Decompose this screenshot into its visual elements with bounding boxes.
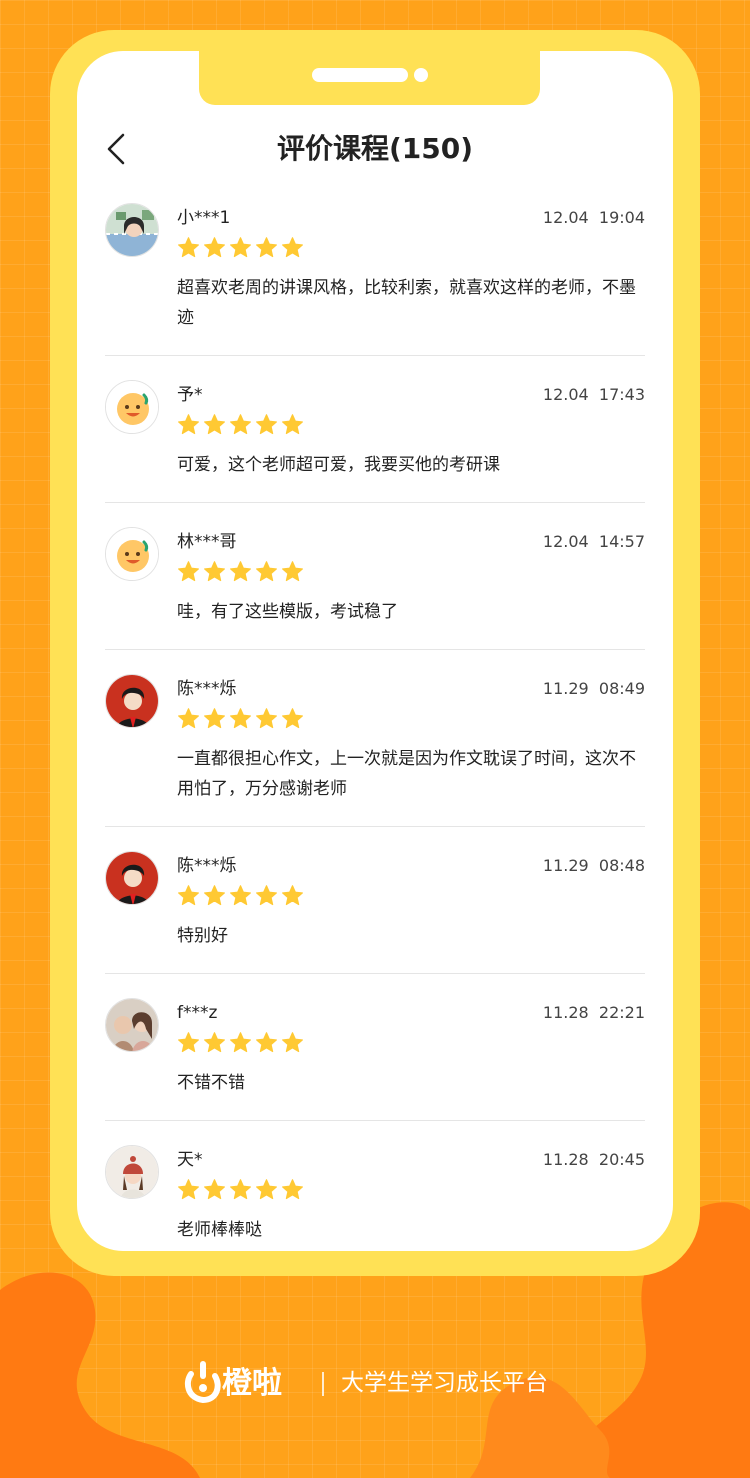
review-list: 小***1 12.04 19:04 超喜欢老周的讲课风格，比较利索，就喜欢这样的老师… xyxy=(105,191,645,1251)
review-item: f***z 11.28 22:21 不错不错 xyxy=(105,998,645,1121)
review-comment: 老师棒棒哒 xyxy=(177,1220,262,1240)
review-time: 11.28 22:21 xyxy=(542,1003,645,1022)
review-item: 陈***烁 11.29 08:49 一直都很担心作文，上一次就是因为作文耽误了时间，… xyxy=(105,674,645,827)
reviewer-name: 陈***烁 xyxy=(177,856,237,876)
avatar[interactable] xyxy=(105,851,159,905)
reviewer-name: 陈***烁 xyxy=(177,679,237,699)
star-icon xyxy=(256,884,277,905)
star-icon xyxy=(282,707,303,728)
rating-stars xyxy=(177,1175,645,1203)
review-comment: 哇，有了这些模版，考试稳了 xyxy=(177,602,398,622)
review-item: 陈***烁 11.29 08:48 特别好 xyxy=(105,851,645,974)
star-icon xyxy=(230,884,251,905)
rating-stars xyxy=(177,233,645,261)
star-icon xyxy=(256,236,277,257)
star-icon xyxy=(204,1031,225,1052)
rating-stars xyxy=(177,557,645,585)
star-icon xyxy=(256,707,277,728)
review-time: 12.04 19:04 xyxy=(542,208,645,227)
star-icon xyxy=(204,1178,225,1199)
review-item: 天* 11.28 20:45 老师棒棒哒 xyxy=(105,1145,645,1251)
reviewer-name: 予* xyxy=(177,385,203,405)
review-item: 林***哥 12.04 14:57 哇，有了这些模版，考试稳了 xyxy=(105,527,645,650)
review-meta: 林***哥 12.04 14:57 xyxy=(177,527,645,557)
avatar[interactable] xyxy=(105,380,159,434)
star-icon xyxy=(282,1031,303,1052)
avatar[interactable] xyxy=(105,674,159,728)
review-comment: 特别好 xyxy=(177,926,228,946)
phone-speaker xyxy=(312,68,408,82)
review-time: 11.29 08:49 xyxy=(542,679,645,698)
star-icon xyxy=(178,707,199,728)
star-icon xyxy=(256,413,277,434)
star-icon xyxy=(178,236,199,257)
rating-stars xyxy=(177,881,645,909)
review-time: 11.28 20:45 xyxy=(542,1150,645,1169)
review-time: 12.04 17:43 xyxy=(542,385,645,404)
star-icon xyxy=(282,413,303,434)
star-icon xyxy=(178,1178,199,1199)
avatar[interactable] xyxy=(105,998,159,1052)
reviewer-name: 林***哥 xyxy=(177,532,237,552)
chengla-logo-icon xyxy=(184,1361,221,1404)
star-icon xyxy=(230,1178,251,1199)
avatar[interactable] xyxy=(105,1145,159,1199)
star-icon xyxy=(282,560,303,581)
review-item: 小***1 12.04 19:04 超喜欢老周的讲课风格，比较利索，就喜欢这样的老师… xyxy=(105,203,645,356)
review-meta: 予* 12.04 17:43 xyxy=(177,380,645,410)
rating-stars xyxy=(177,704,645,732)
star-icon xyxy=(230,236,251,257)
review-meta: 小***1 12.04 19:04 xyxy=(177,203,645,233)
phone-frame: 评价课程(150) 小***1 12.04 19:04 超喜欢老周的讲课风格，比较利… xyxy=(50,30,700,1276)
review-meta: f***z 11.28 22:21 xyxy=(177,998,645,1028)
star-icon xyxy=(178,1031,199,1052)
reviewer-name: f***z xyxy=(177,1003,218,1023)
review-comment: 超喜欢老周的讲课风格，比较利索，就喜欢这样的老师，不墨迹 xyxy=(177,278,636,328)
phone-notch xyxy=(199,51,540,105)
review-time: 11.29 08:48 xyxy=(542,856,645,875)
brand-name: 橙啦 xyxy=(222,1366,282,1401)
review-item: 予* 12.04 17:43 可爱，这个老师超可爱，我要买他的考研课 xyxy=(105,380,645,503)
review-meta: 陈***烁 11.29 08:48 xyxy=(177,851,645,881)
star-icon xyxy=(178,884,199,905)
page-header: 评价课程(150) xyxy=(77,119,673,179)
star-icon xyxy=(230,560,251,581)
star-icon xyxy=(204,884,225,905)
brand-divider xyxy=(322,1372,324,1396)
phone-screen: 评价课程(150) 小***1 12.04 19:04 超喜欢老周的讲课风格，比较利… xyxy=(77,51,673,1251)
star-icon xyxy=(230,707,251,728)
review-comment: 不错不错 xyxy=(177,1073,245,1093)
star-icon xyxy=(204,236,225,257)
brand-footer: 橙啦 大学生学习成长平台 xyxy=(0,1360,750,1408)
star-icon xyxy=(230,1031,251,1052)
star-icon xyxy=(256,1178,277,1199)
star-icon xyxy=(230,413,251,434)
rating-stars xyxy=(177,1028,645,1056)
star-icon xyxy=(282,1178,303,1199)
avatar[interactable] xyxy=(105,527,159,581)
star-icon xyxy=(204,707,225,728)
review-meta: 陈***烁 11.29 08:49 xyxy=(177,674,645,704)
review-time: 12.04 14:57 xyxy=(542,532,645,551)
star-icon xyxy=(256,560,277,581)
review-comment: 可爱，这个老师超可爱，我要买他的考研课 xyxy=(177,455,500,475)
star-icon xyxy=(178,413,199,434)
brand-slogan: 大学生学习成长平台 xyxy=(341,1370,548,1396)
star-icon xyxy=(282,236,303,257)
reviewer-name: 天* xyxy=(177,1150,203,1170)
rating-stars xyxy=(177,410,645,438)
review-comment: 一直都很担心作文，上一次就是因为作文耽误了时间，这次不用怕了，万分感谢老师 xyxy=(177,749,636,799)
star-icon xyxy=(256,1031,277,1052)
page-title: 评价课程(150) xyxy=(276,132,474,165)
avatar[interactable] xyxy=(105,203,159,257)
reviewer-name: 小***1 xyxy=(177,208,231,228)
phone-camera xyxy=(414,68,428,82)
review-meta: 天* 11.28 20:45 xyxy=(177,1145,645,1175)
star-icon xyxy=(178,560,199,581)
star-icon xyxy=(204,560,225,581)
star-icon xyxy=(204,413,225,434)
star-icon xyxy=(282,884,303,905)
